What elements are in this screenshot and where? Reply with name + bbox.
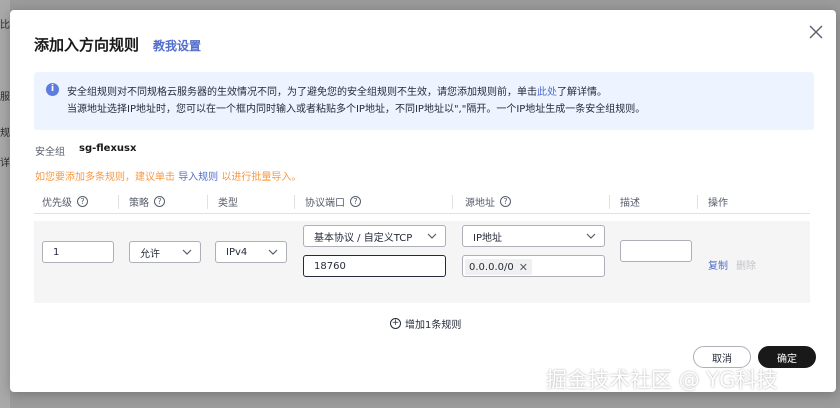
info-text-line2: 当源地址选择IP地址时，您可以在一个框内同时输入或者粘贴多个IP地址，不同IP地… xyxy=(67,104,646,115)
dialog-title: 添加入方向规则 xyxy=(34,36,140,54)
column-divider xyxy=(452,195,453,209)
column-divider xyxy=(609,195,610,209)
chevron-down-icon xyxy=(586,233,596,239)
add-rule-button[interactable]: + 增加1条规则 xyxy=(390,316,461,331)
info-text-line1: 安全组规则对不同规格云服务器的生效情况不同，为了避免您的安全组规则不生效，请您添… xyxy=(67,87,607,98)
import-rules-link[interactable]: 导入规则 xyxy=(178,172,218,183)
security-group-label: 安全组 xyxy=(35,147,65,158)
background-text: 服务 xyxy=(0,92,10,103)
background-text: 规 xyxy=(0,128,10,139)
teach-me-link[interactable]: 教我设置 xyxy=(153,37,201,54)
background-text: 比 xyxy=(0,20,10,31)
background-sidebar xyxy=(0,0,10,408)
source-ip-tag: 0.0.0.0/0 ✕ xyxy=(465,259,532,275)
chevron-down-icon xyxy=(427,233,437,239)
watermark: 掘金技术社区 @ YG科技 xyxy=(546,368,778,392)
column-divider xyxy=(697,195,698,209)
info-icon: i xyxy=(46,83,59,96)
priority-input[interactable]: 1 xyxy=(42,241,114,263)
column-header-description: 描述 xyxy=(620,198,640,209)
chevron-down-icon xyxy=(268,249,278,255)
column-header-priority: 优先级? xyxy=(42,194,88,209)
info-banner: i 安全组规则对不同规格云服务器的生效情况不同，为了避免您的安全组规则不生效，请… xyxy=(34,72,814,130)
port-input[interactable]: 18760 xyxy=(303,255,446,277)
column-header-actions: 操作 xyxy=(708,198,728,209)
security-group-value: sg-flexusx xyxy=(79,143,137,154)
rules-table-header: 优先级? 策略? 类型 协议端口? 源地址? 描述 操作 xyxy=(34,190,810,214)
copy-rule-link[interactable]: 复制 xyxy=(708,257,728,272)
close-icon[interactable]: ✕ xyxy=(519,261,528,274)
plus-circle-icon: + xyxy=(390,318,401,329)
help-icon[interactable]: ? xyxy=(154,196,165,207)
help-icon[interactable]: ? xyxy=(350,196,361,207)
column-divider xyxy=(294,195,295,209)
help-icon[interactable]: ? xyxy=(500,196,511,207)
background-text: 详 xyxy=(0,158,10,169)
policy-select[interactable]: 允许 xyxy=(129,241,201,263)
column-divider xyxy=(118,195,119,209)
column-header-source: 源地址? xyxy=(465,194,511,209)
add-inbound-rule-dialog: 添加入方向规则 教我设置 i 安全组规则对不同规格云服务器的生效情况不同，为了避… xyxy=(10,10,836,392)
close-button[interactable] xyxy=(806,22,826,42)
help-icon[interactable]: ? xyxy=(77,196,88,207)
batch-import-tip: 如您要添加多条规则，建议单击 导入规则 以进行批量导入。 xyxy=(35,172,302,183)
column-header-type: 类型 xyxy=(218,198,238,209)
protocol-select[interactable]: 基本协议 / 自定义TCP xyxy=(303,225,446,247)
details-link[interactable]: 此处 xyxy=(537,87,557,98)
column-divider xyxy=(207,195,208,209)
column-header-policy: 策略? xyxy=(129,194,165,209)
type-select[interactable]: IPv4 xyxy=(215,241,287,263)
description-input[interactable] xyxy=(620,240,692,262)
column-header-protocol-port: 协议端口? xyxy=(305,194,361,209)
source-type-select[interactable]: IP地址 xyxy=(462,225,605,247)
delete-rule-link[interactable]: 删除 xyxy=(736,257,756,272)
close-icon xyxy=(809,25,823,39)
chevron-down-icon xyxy=(182,249,192,255)
